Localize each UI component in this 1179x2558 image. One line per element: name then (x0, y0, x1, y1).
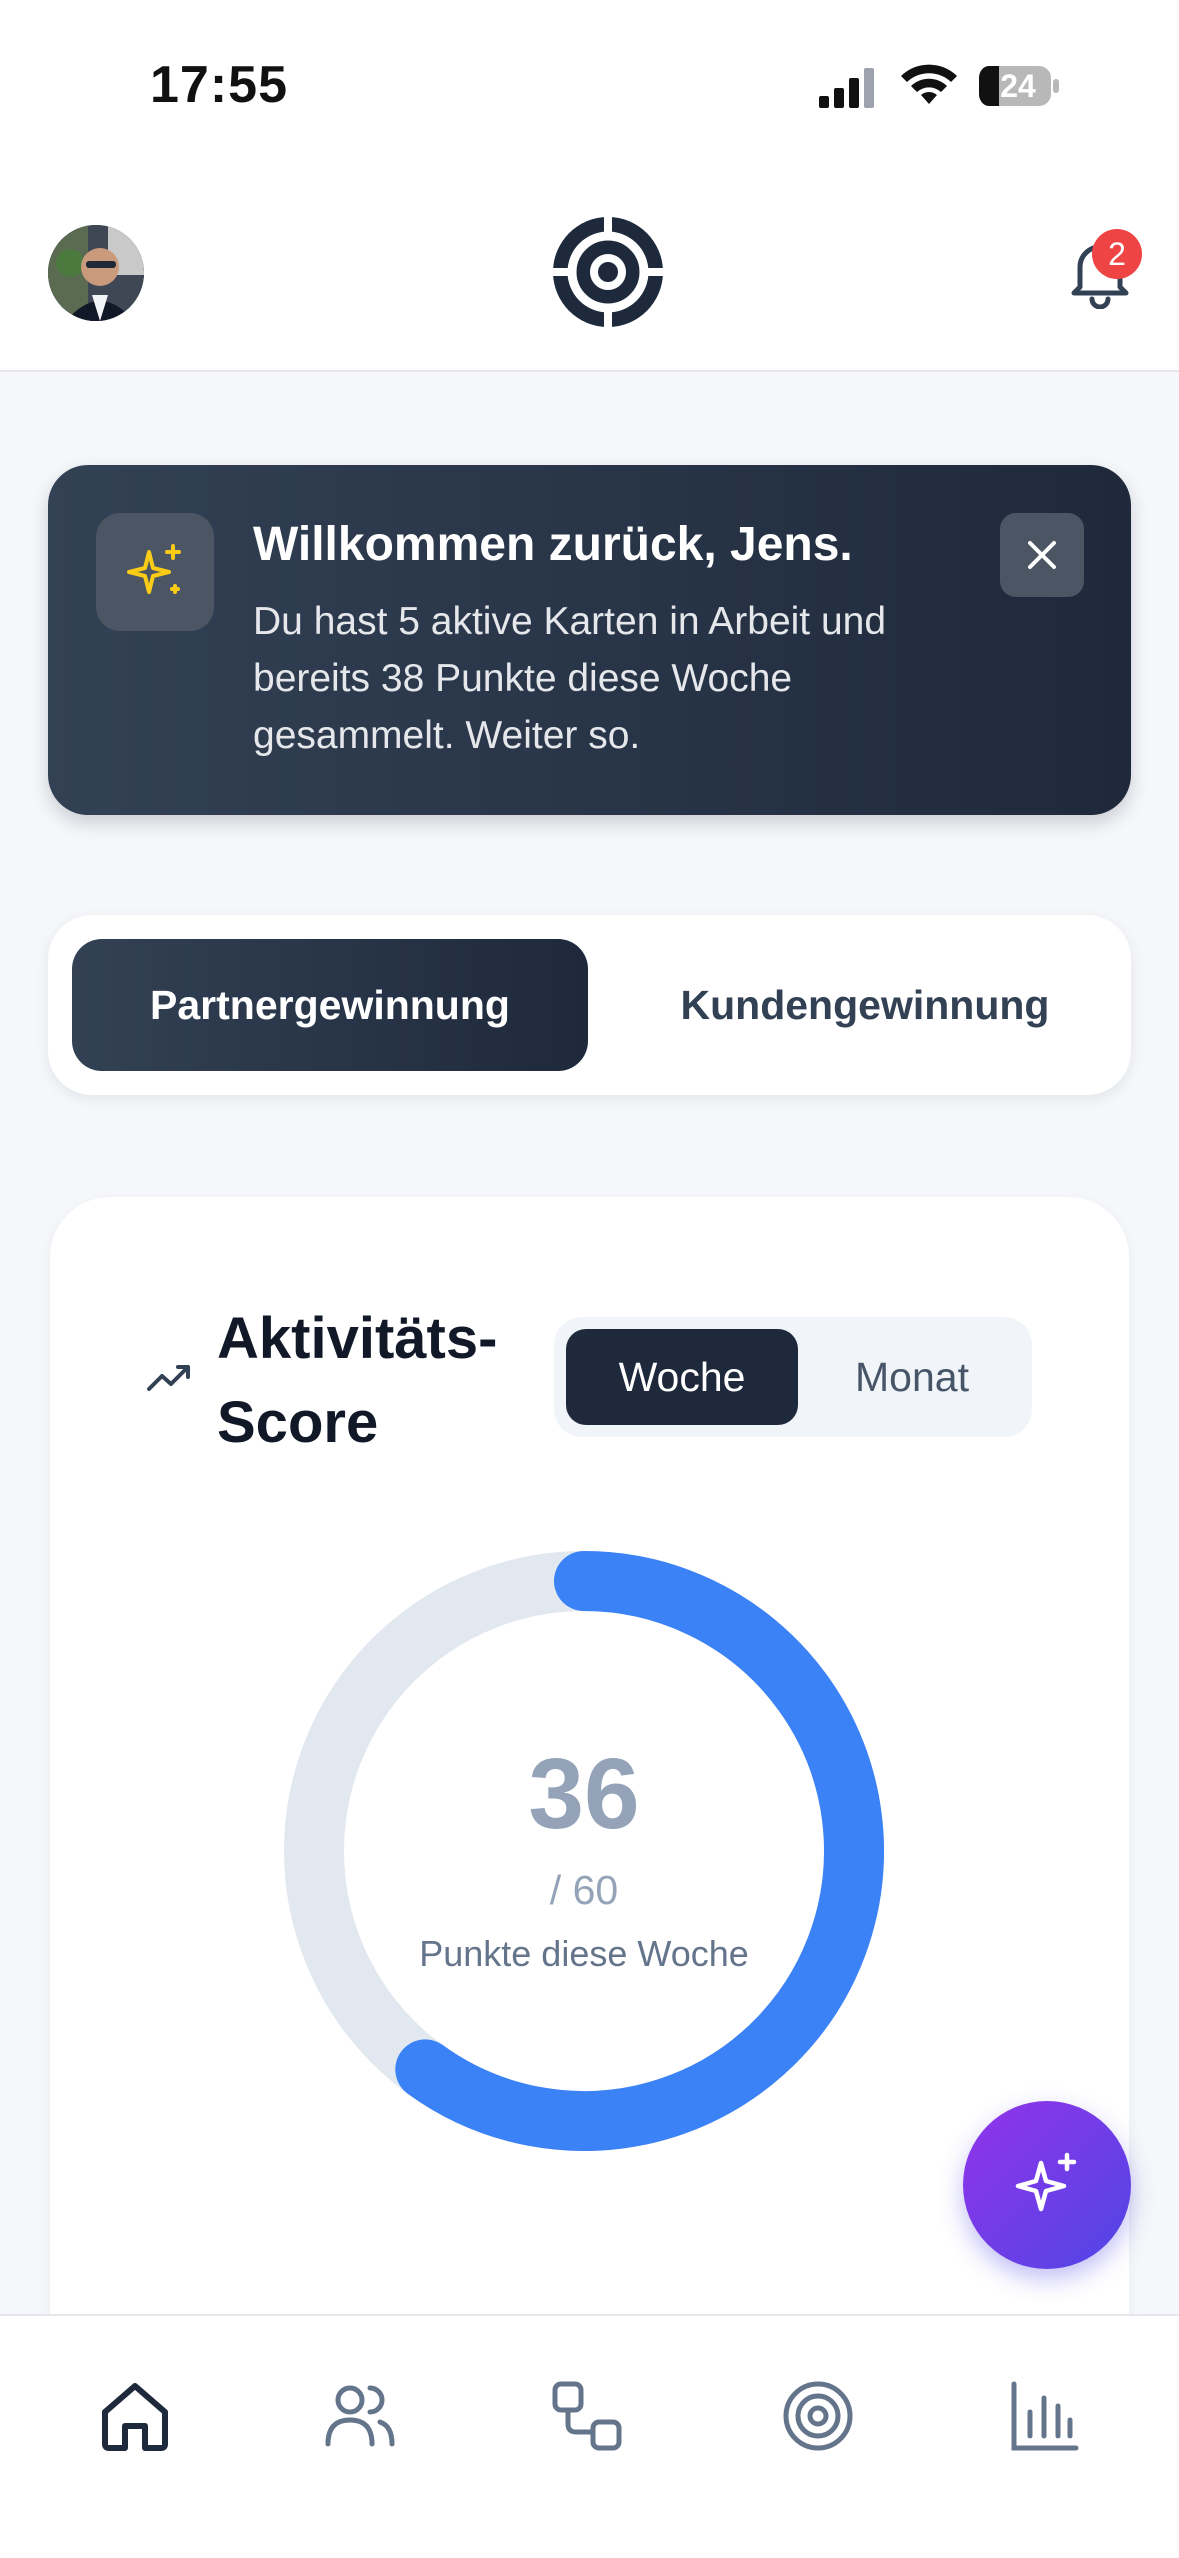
status-time: 17:55 (150, 56, 288, 114)
welcome-banner: Willkommen zurück, Jens. Du hast 5 aktiv… (48, 465, 1131, 815)
status-bar: 17:55 24 (0, 0, 1179, 175)
nav-goals[interactable] (778, 2376, 858, 2456)
period-toggle: Woche Monat (554, 1317, 1032, 1437)
period-week-button[interactable]: Woche (566, 1329, 798, 1425)
close-icon (1028, 541, 1056, 569)
battery-icon: 24 (977, 64, 1061, 108)
welcome-text: Du hast 5 aktive Karten in Arbeit und be… (253, 600, 887, 757)
battery-level: 24 (1000, 68, 1036, 104)
score-title: Aktivitäts-Score (217, 1306, 498, 1455)
score-label: Punkte diese Woche (419, 1933, 749, 1974)
tab-kundengewinnung[interactable]: Kundengewinnung (620, 939, 1110, 1071)
target-icon (783, 2381, 853, 2451)
notification-badge: 2 (1092, 229, 1142, 279)
bar-chart-icon (1011, 2381, 1079, 2451)
ai-assistant-button[interactable] (963, 2101, 1131, 2269)
nav-stats[interactable] (1004, 2376, 1084, 2456)
welcome-icon-box (96, 513, 214, 631)
activity-score-card: Aktivitäts-Score Woche Monat 36 / 60 Pun… (50, 1197, 1129, 2397)
nav-contacts[interactable] (320, 2376, 400, 2456)
bottom-nav (0, 2314, 1179, 2558)
signal-icon (819, 68, 874, 108)
trending-up-icon (147, 1365, 190, 1391)
avatar[interactable] (48, 225, 144, 321)
users-icon (325, 2385, 395, 2447)
nav-home[interactable] (95, 2376, 175, 2456)
status-icons: 24 (819, 62, 1079, 112)
score-value: 36 (528, 1738, 640, 1850)
app-header: 2 (0, 175, 1179, 372)
sparkles-icon (1015, 2152, 1077, 2212)
score-max: / 60 (549, 1867, 619, 1913)
cards-icon (552, 2381, 622, 2451)
home-icon (102, 2383, 168, 2451)
wifi-icon (901, 64, 957, 104)
nav-cards[interactable] (547, 2376, 627, 2456)
target-logo-icon[interactable] (553, 217, 663, 327)
sparkles-icon (127, 544, 181, 594)
period-month-button[interactable]: Monat (804, 1329, 1020, 1425)
close-button[interactable] (1000, 513, 1084, 597)
welcome-title: Willkommen zurück, Jens. (253, 518, 853, 571)
tab-partnergewinnung[interactable]: Partnergewinnung (72, 939, 588, 1071)
acquisition-segment: Partnergewinnung Kundengewinnung (48, 915, 1131, 1095)
